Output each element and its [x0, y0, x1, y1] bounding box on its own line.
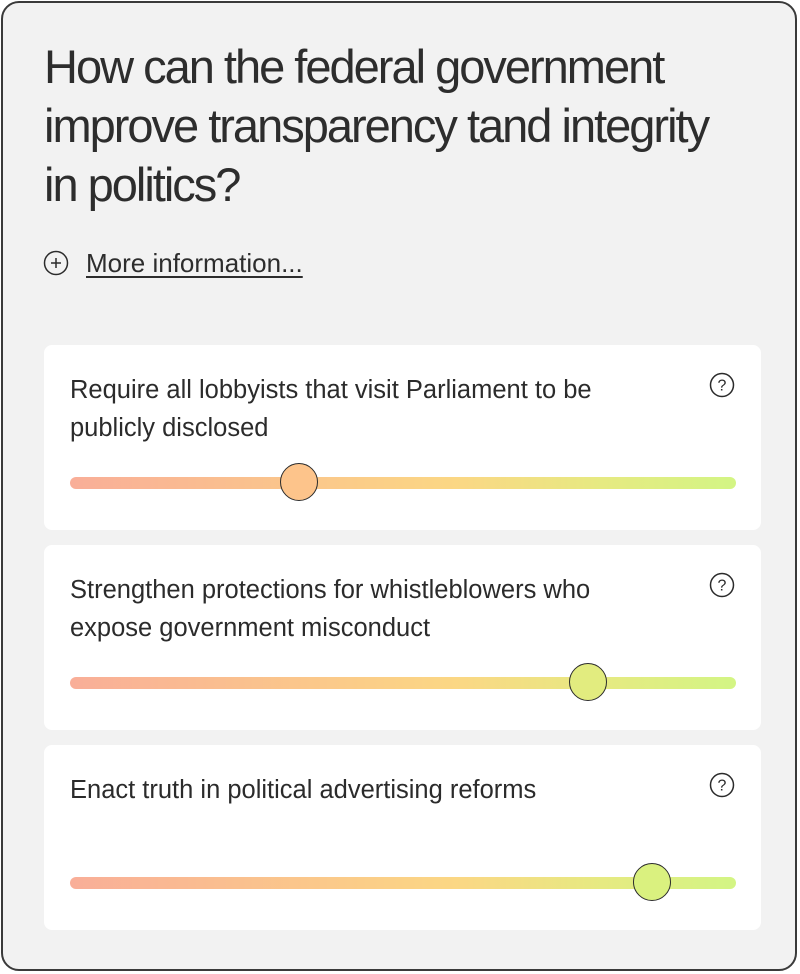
- question-circle-icon[interactable]: ?: [709, 372, 735, 398]
- more-information-label: More information...: [86, 248, 303, 278]
- statement-text: Enact truth in political advertising ref…: [70, 776, 537, 804]
- agreement-slider[interactable]: [70, 859, 736, 909]
- question-circle-icon[interactable]: ?: [709, 572, 735, 598]
- question-circle-icon[interactable]: ?: [709, 772, 735, 798]
- plus-circle-icon: [43, 250, 69, 276]
- slider-track[interactable]: [70, 677, 736, 689]
- svg-text:?: ?: [718, 778, 727, 795]
- statement-text: Require all lobbyists that visit Parliam…: [70, 376, 592, 442]
- slider-thumb[interactable]: [569, 663, 608, 701]
- slider-thumb[interactable]: [279, 463, 318, 501]
- agreement-slider[interactable]: [70, 659, 736, 709]
- more-information-link[interactable]: More information...: [43, 248, 303, 278]
- svg-text:?: ?: [718, 378, 727, 395]
- agreement-slider[interactable]: [70, 459, 736, 509]
- statement-card: Require all lobbyists that visit Parliam…: [44, 345, 761, 530]
- statement-card: Enact truth in political advertising ref…: [44, 745, 761, 930]
- question-title: How can the federal government improve t…: [44, 40, 710, 211]
- statement-card: Strengthen protections for whistleblower…: [44, 545, 761, 730]
- statement-text: Strengthen protections for whistleblower…: [70, 576, 591, 642]
- svg-text:?: ?: [718, 578, 727, 595]
- survey-frame: How can the federal government improve t…: [1, 1, 797, 971]
- slider-track[interactable]: [70, 477, 736, 489]
- slider-thumb[interactable]: [632, 863, 671, 901]
